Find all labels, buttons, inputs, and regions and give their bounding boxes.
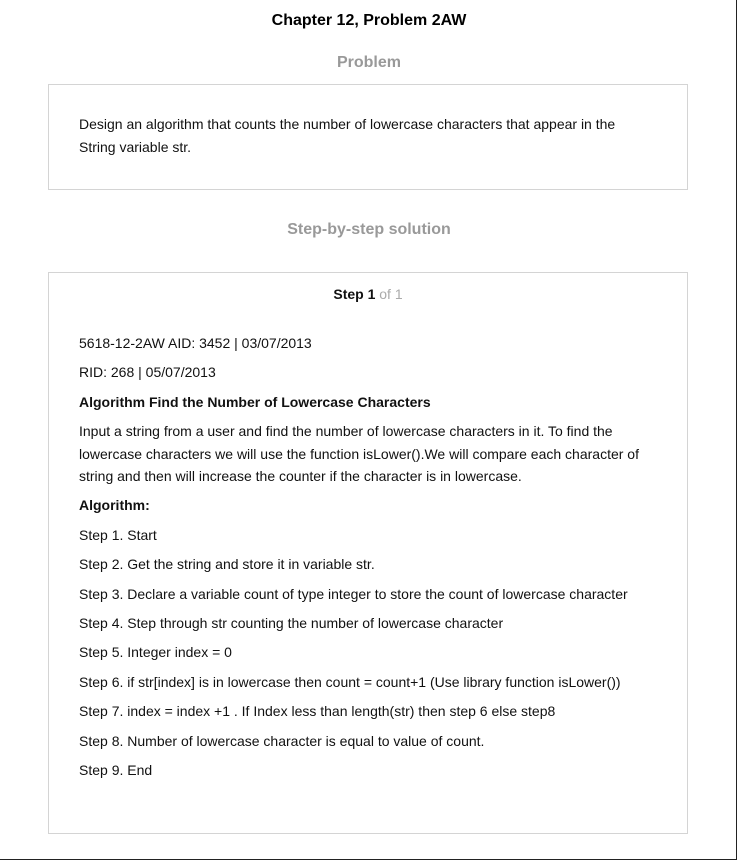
algorithm-step: Step 6. if str[index] is in lowercase th… xyxy=(79,674,621,690)
solution-box: Step 1 of 1 5618-12-2AW AID: 3452 | 03/0… xyxy=(48,272,688,834)
algorithm-step: Step 9. End xyxy=(79,762,153,778)
algorithm-step: Step 2. Get the string and store it in v… xyxy=(79,556,375,572)
algorithm-label: Algorithm: xyxy=(79,497,150,513)
algorithm-step: Step 1. Start xyxy=(79,527,157,543)
step-counter-current: Step 1 xyxy=(333,286,376,302)
solution-meta-line: RID: 268 | 05/07/2013 xyxy=(79,364,216,380)
step-counter-total: of 1 xyxy=(379,286,403,302)
algorithm-step: Step 3. Declare a variable count of type… xyxy=(79,586,628,602)
algorithm-step: Step 5. Integer index = 0 xyxy=(79,644,232,660)
problem-box: Design an algorithm that counts the numb… xyxy=(48,84,688,190)
algorithm-step: Step 4. Step through str counting the nu… xyxy=(79,615,504,631)
page-title: Chapter 12, Problem 2AW xyxy=(271,12,467,29)
problem-heading: Problem xyxy=(336,54,401,71)
step-counter: Step 1 of 1 xyxy=(49,286,687,302)
algorithm-step: Step 8. Number of lowercase character is… xyxy=(79,733,485,749)
solution-meta-line: 5618-12-2AW AID: 3452 | 03/07/2013 xyxy=(79,335,312,351)
algorithm-title: Algorithm Find the Number of Lowercase C… xyxy=(79,394,431,410)
algorithm-description: Input a string from a user and find the … xyxy=(79,423,639,484)
problem-text: Design an algorithm that counts the numb… xyxy=(79,116,616,155)
algorithm-step: Step 7. index = index +1 . If Index less… xyxy=(79,703,556,719)
solution-heading: Step-by-step solution xyxy=(287,221,451,238)
